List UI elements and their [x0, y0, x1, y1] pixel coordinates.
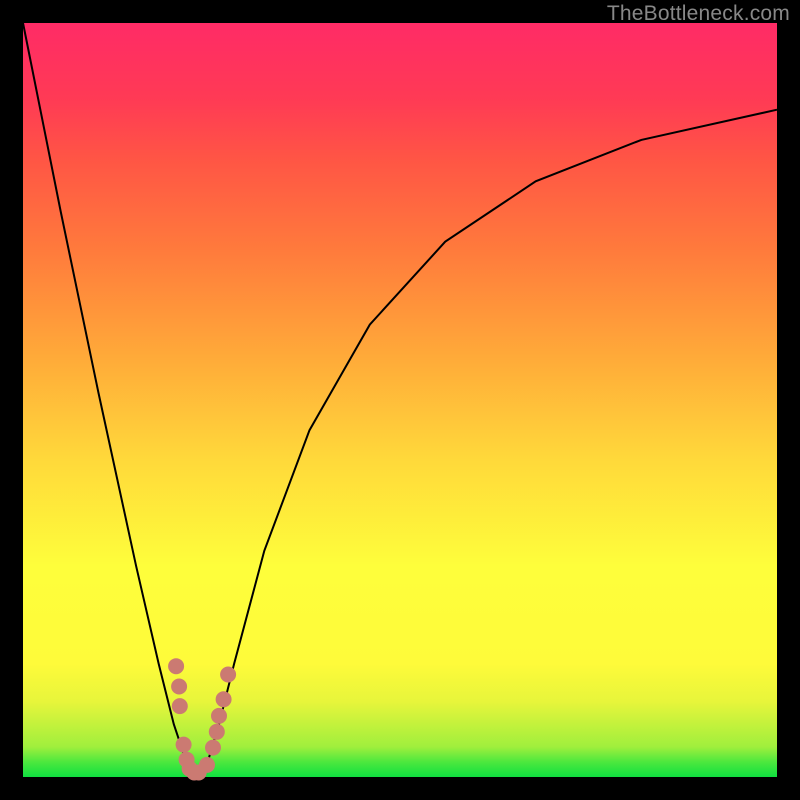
marker-dot [220, 667, 236, 683]
marker-dot [216, 691, 232, 707]
marker-dot [205, 740, 221, 756]
watermark-text: TheBottleneck.com [607, 2, 790, 26]
marker-dot [168, 658, 184, 674]
bottleneck-curve [23, 23, 777, 774]
marker-dot [172, 698, 188, 714]
marker-group [168, 658, 236, 780]
chart-svg [23, 23, 777, 777]
chart-frame: TheBottleneck.com [0, 0, 800, 800]
marker-dot [211, 708, 227, 724]
marker-dot [209, 724, 225, 740]
marker-dot [176, 737, 192, 753]
marker-dot [199, 757, 215, 773]
marker-dot [171, 679, 187, 695]
